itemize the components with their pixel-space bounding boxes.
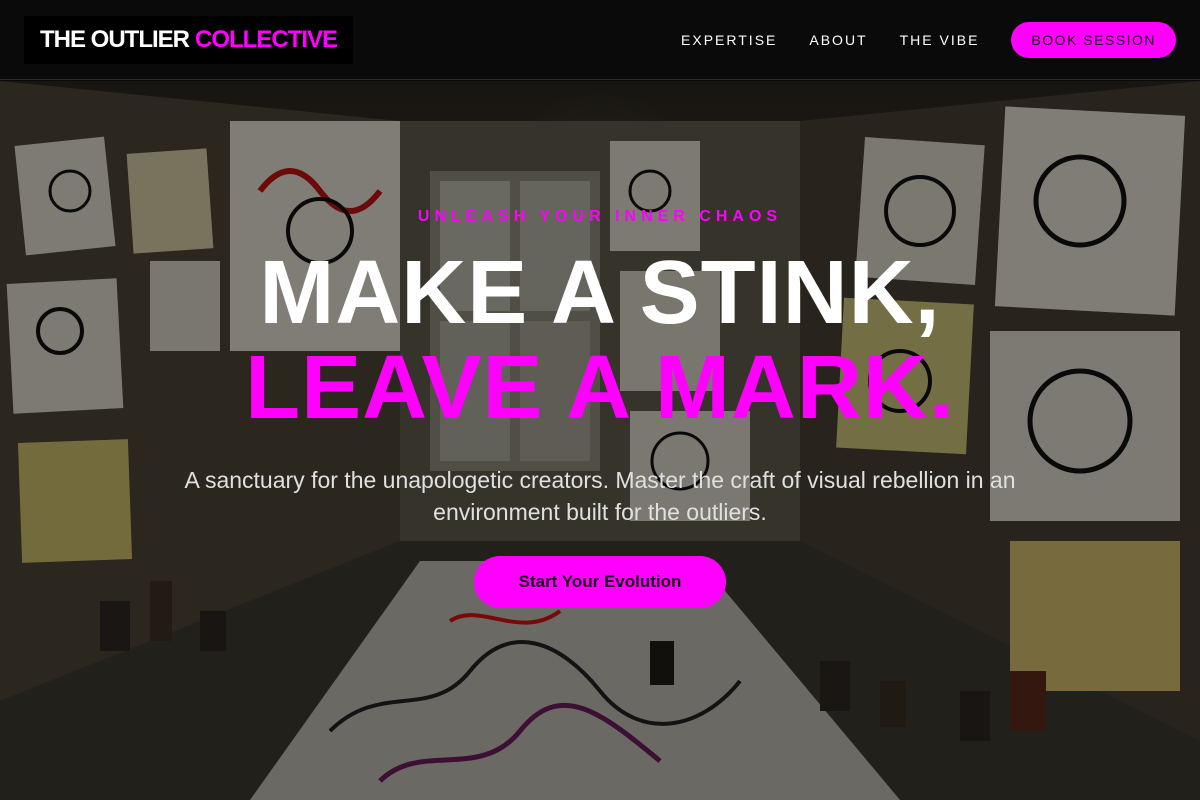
hero-headline-line2: LEAVE A MARK. xyxy=(245,338,955,438)
hero-tagline: UNLEASH YOUR INNER CHAOS xyxy=(417,208,783,225)
nav-link-expertise[interactable]: EXPERTISE xyxy=(681,32,777,48)
start-evolution-button[interactable]: Start Your Evolution xyxy=(474,556,726,608)
logo-text-accent: COLLECTIVE xyxy=(195,25,338,53)
hero-content: UNLEASH YOUR INNER CHAOS MAKE A STINK, L… xyxy=(0,81,1200,800)
book-session-button[interactable]: BOOK SESSION xyxy=(1011,21,1176,58)
hero-section: UNLEASH YOUR INNER CHAOS MAKE A STINK, L… xyxy=(0,81,1200,800)
nav-link-about[interactable]: ABOUT xyxy=(809,32,867,48)
hero-headline-line1: MAKE A STINK, xyxy=(259,243,941,343)
main-nav: EXPERTISE ABOUT THE VIBE BOOK SESSION xyxy=(681,21,1176,58)
site-header: THE OUTLIER COLLECTIVE EXPERTISE ABOUT T… xyxy=(0,0,1200,80)
logo-text-primary: THE OUTLIER xyxy=(40,25,190,53)
nav-link-the-vibe[interactable]: THE VIBE xyxy=(900,32,980,48)
site-logo[interactable]: THE OUTLIER COLLECTIVE xyxy=(24,15,354,64)
hero-subtitle: A sanctuary for the unapologetic creator… xyxy=(184,467,1016,525)
